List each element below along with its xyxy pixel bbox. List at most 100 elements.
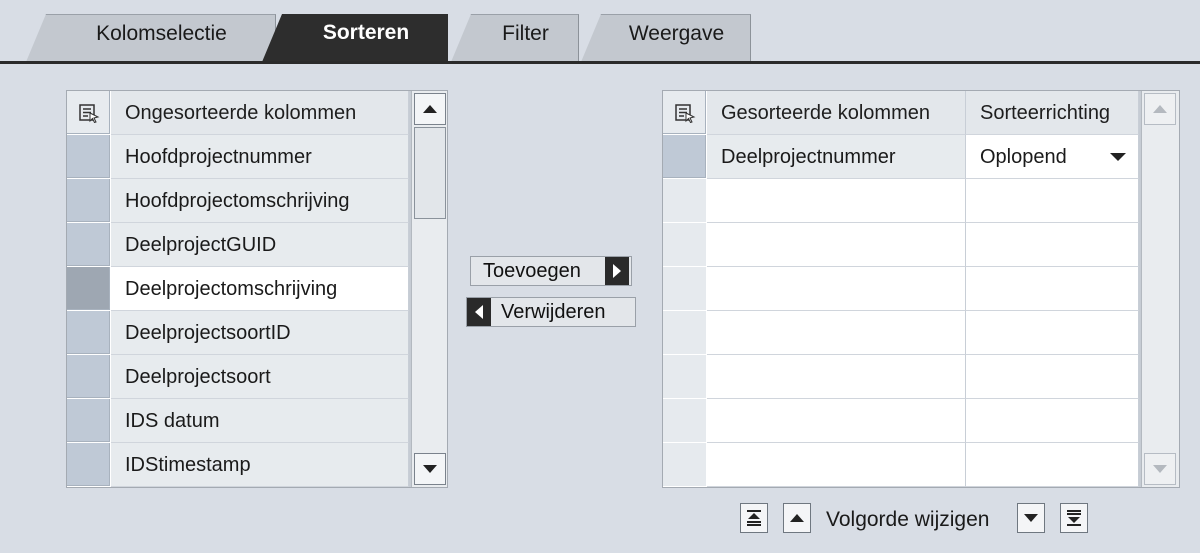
table-row[interactable]: IDS datum [67,399,409,443]
row-selector [663,443,707,487]
scroll-up-icon [423,105,437,113]
scroll-down-icon [1153,465,1167,473]
add-button[interactable]: Toevoegen [470,256,632,286]
table-row[interactable]: Deelprojectnummer Oplopend [663,135,1139,179]
change-order-label: Volgorde wijzigen [826,508,990,531]
sort-direction-select[interactable]: Oplopend [966,135,1139,179]
empty-row [663,443,1139,487]
row-label[interactable]: DeelprojectsoortID [111,311,409,355]
unsorted-columns-table: Ongesorteerde kolommen Hoofdprojectnumme… [66,90,448,488]
table-row[interactable]: Hoofdprojectomschrijving [67,179,409,223]
empty-cell [966,443,1139,487]
empty-cell [966,399,1139,443]
row-selector [663,179,707,223]
row-label[interactable]: Deelprojectnummer [707,135,966,179]
tab-filter[interactable]: Filter [451,14,579,62]
move-up-icon [790,514,804,522]
remove-button-label: Verwijderen [501,301,606,323]
row-selector [663,267,707,311]
row-label[interactable]: DeelprojectGUID [111,223,409,267]
table-header-row: Gesorteerde kolommen Sorteerrichting [663,91,1139,135]
unsorted-scrollbar[interactable] [411,91,447,487]
empty-cell [966,223,1139,267]
unsorted-columns-header: Ongesorteerde kolommen [111,91,409,135]
empty-cell [707,399,966,443]
column-settings-icon [674,103,695,123]
row-selector[interactable] [67,399,111,443]
row-selector [663,311,707,355]
arrow-right-icon [605,257,629,285]
move-to-bottom-icon [1067,510,1081,526]
move-down-button[interactable] [1017,503,1045,533]
row-label[interactable]: IDStimestamp [111,443,409,487]
row-label[interactable]: Deelprojectsoort [111,355,409,399]
column-settings-button[interactable] [67,91,111,135]
empty-cell [966,267,1139,311]
column-settings-icon [78,103,99,123]
empty-cell [707,223,966,267]
move-up-button[interactable] [783,503,811,533]
empty-cell [707,311,966,355]
row-selector[interactable] [67,355,111,399]
remove-button[interactable]: Verwijderen [466,297,636,327]
empty-cell [707,443,966,487]
empty-row [663,267,1139,311]
tab-bar: Kolomselectie Filter Weergave Sorteren [0,0,1200,64]
empty-row [663,223,1139,267]
dropdown-arrow-icon[interactable] [1110,153,1126,161]
scroll-up-icon [1153,105,1167,113]
tab-weergave[interactable]: Weergave [581,14,751,62]
empty-cell [707,355,966,399]
scroll-thumb[interactable] [414,127,446,219]
table-row-selected[interactable]: Deelprojectomschrijving [67,267,409,311]
move-to-top-button[interactable] [740,503,768,533]
row-selector [663,399,707,443]
row-selector[interactable] [67,179,111,223]
table-row[interactable]: IDStimestamp [67,443,409,487]
row-label[interactable]: Deelprojectomschrijving [111,267,409,311]
sorted-columns-header: Gesorteerde kolommen [707,91,966,135]
row-selector [663,355,707,399]
empty-cell [966,355,1139,399]
move-down-icon [1024,514,1038,522]
empty-cell [707,267,966,311]
arrow-left-icon [467,298,491,326]
scroll-up-button[interactable] [414,93,446,125]
sorted-scrollbar[interactable] [1141,91,1179,487]
move-to-bottom-button[interactable] [1060,503,1088,533]
empty-row [663,399,1139,443]
tab-kolomselectie[interactable]: Kolomselectie [26,14,276,62]
empty-row [663,311,1139,355]
empty-row [663,179,1139,223]
row-selector-selected[interactable] [67,267,111,311]
table-row[interactable]: Deelprojectsoort [67,355,409,399]
table-row[interactable]: Hoofdprojectnummer [67,135,409,179]
row-selector [663,223,707,267]
table-header-row: Ongesorteerde kolommen [67,91,409,135]
row-selector[interactable] [663,135,707,179]
row-selector[interactable] [67,135,111,179]
row-selector[interactable] [67,223,111,267]
scroll-up-button[interactable] [1144,93,1176,125]
move-to-top-icon [747,510,761,526]
row-selector[interactable] [67,443,111,487]
row-label[interactable]: IDS datum [111,399,409,443]
tab-divider [0,61,1200,64]
row-selector[interactable] [67,311,111,355]
row-label[interactable]: Hoofdprojectomschrijving [111,179,409,223]
scroll-down-button[interactable] [1144,453,1176,485]
scroll-down-button[interactable] [414,453,446,485]
empty-cell [966,179,1139,223]
tab-sorteren[interactable]: Sorteren [262,14,448,62]
row-label[interactable]: Hoofdprojectnummer [111,135,409,179]
table-row[interactable]: DeelprojectsoortID [67,311,409,355]
empty-cell [966,311,1139,355]
sorted-columns-table: Gesorteerde kolommen Sorteerrichting Dee… [662,90,1180,488]
sort-direction-value: Oplopend [980,146,1067,168]
column-settings-button[interactable] [663,91,707,135]
sort-direction-header: Sorteerrichting [966,91,1139,135]
empty-cell [707,179,966,223]
empty-row [663,355,1139,399]
table-row[interactable]: DeelprojectGUID [67,223,409,267]
add-button-label: Toevoegen [483,260,581,282]
